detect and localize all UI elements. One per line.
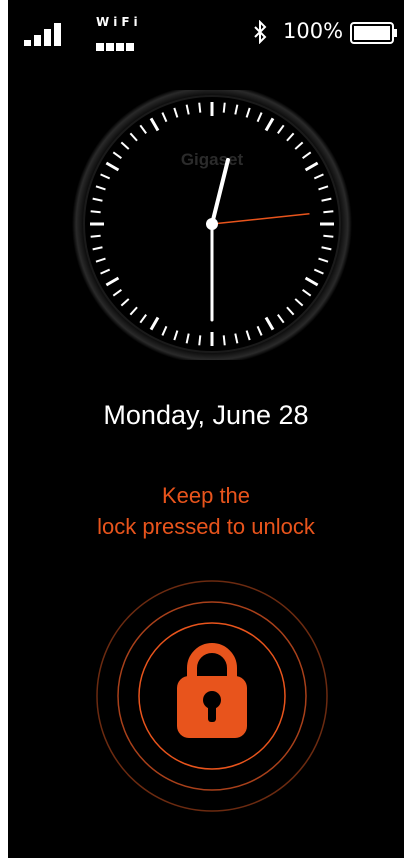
bluetooth-icon bbox=[254, 20, 267, 44]
clock-center bbox=[206, 218, 218, 230]
clock-tick bbox=[222, 335, 226, 346]
wifi-strength-icon bbox=[96, 36, 136, 55]
unlock-hint: Keep the lock pressed to unlock bbox=[8, 480, 404, 542]
padlock-icon bbox=[177, 643, 247, 738]
battery-full-icon bbox=[350, 22, 397, 44]
clock-tick bbox=[323, 234, 334, 238]
wifi-label: WiFi bbox=[96, 15, 142, 29]
clock-tick bbox=[198, 335, 202, 346]
clock-tick bbox=[90, 234, 101, 238]
clock-tick bbox=[198, 102, 202, 113]
analog-clock: Gigaset bbox=[58, 90, 368, 360]
unlock-hint-line1: Keep the bbox=[161, 483, 251, 508]
date-label: Monday, June 28 bbox=[103, 400, 309, 430]
battery-percentage: 100% bbox=[283, 19, 344, 43]
status-bar: WiFi 100% bbox=[8, 0, 404, 60]
unlock-hint-line2: lock pressed to unlock bbox=[97, 514, 315, 539]
lock-button[interactable] bbox=[94, 578, 330, 814]
signal-bars-icon bbox=[24, 20, 72, 46]
clock-tick bbox=[323, 210, 334, 214]
clock-tick bbox=[90, 210, 101, 214]
clock-tick bbox=[222, 102, 226, 113]
clock-brand: Gigaset bbox=[181, 150, 244, 169]
lock-screen: WiFi 100% Gigaset Monday, June 28 Keep t… bbox=[8, 0, 404, 858]
